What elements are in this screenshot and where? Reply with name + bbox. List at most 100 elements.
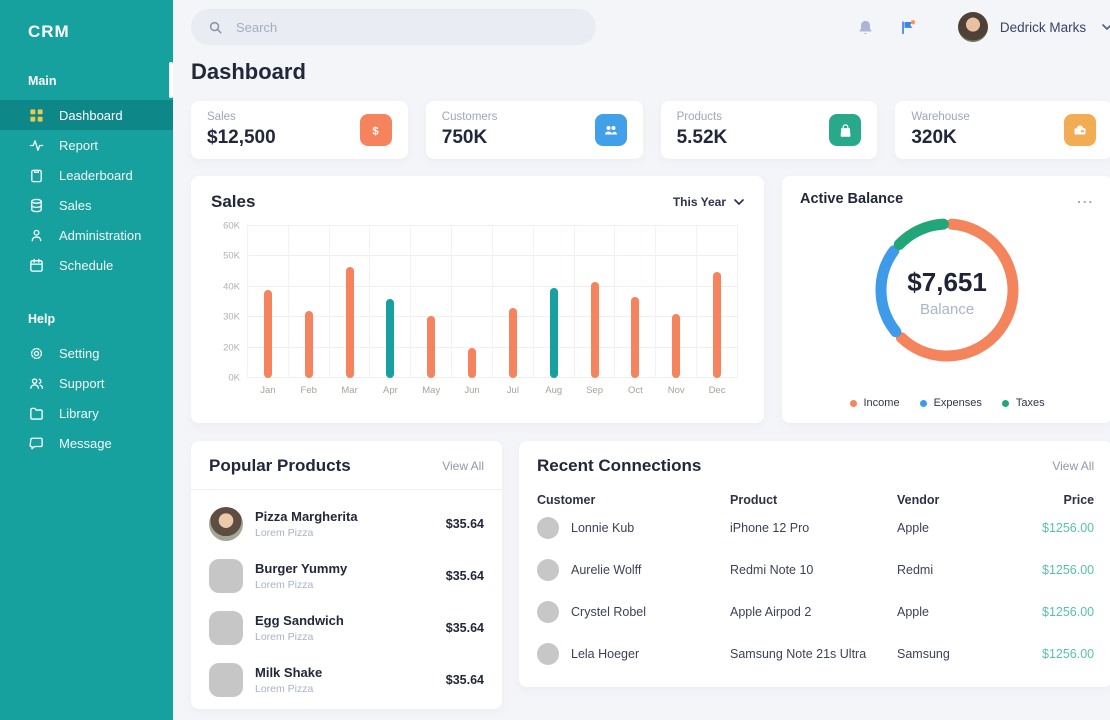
sidebar-scrollbar[interactable] bbox=[169, 62, 173, 98]
sidebar-item-sales[interactable]: Sales bbox=[0, 190, 173, 220]
chart-column-apr: Apr bbox=[369, 226, 410, 396]
customer-avatar bbox=[537, 643, 559, 665]
product-item-pizza-margherita[interactable]: Pizza Margherita Lorem Pizza $35.64 bbox=[209, 498, 484, 550]
bar-mar bbox=[345, 267, 354, 378]
stat-card-products: Products 5.52K bbox=[660, 101, 878, 159]
balance-donut-chart: $7,651 Balance bbox=[868, 211, 1026, 374]
product-price: $35.64 bbox=[445, 517, 484, 531]
product-item-burger-yummy[interactable]: Burger Yummy Lorem Pizza $35.64 bbox=[209, 550, 484, 602]
table-row[interactable]: Crystel Robel Apple Airpod 2 Apple $1256.00 bbox=[537, 591, 1094, 633]
stat-label: Sales bbox=[207, 111, 236, 123]
stat-text: Sales $12,500 bbox=[207, 111, 276, 149]
gear-icon bbox=[28, 345, 44, 361]
chart-column-dec: Dec bbox=[696, 226, 738, 396]
x-tick-label: Nov bbox=[667, 385, 685, 396]
customer-name: Crystel Robel bbox=[571, 605, 647, 619]
bar-sep bbox=[590, 282, 599, 378]
year-filter-label: This Year bbox=[672, 195, 726, 209]
sidebar-item-report[interactable]: Report bbox=[0, 130, 173, 160]
svg-text:$: $ bbox=[373, 125, 380, 137]
product-name: Pizza Margherita bbox=[255, 509, 358, 524]
bar-apr bbox=[386, 298, 395, 378]
box-icon bbox=[1064, 114, 1097, 146]
table-row[interactable]: Lela Hoeger Samsung Note 21s Ultra Samsung… bbox=[537, 633, 1094, 675]
customer-name: Lela Hoeger bbox=[571, 647, 640, 661]
connections-view-all-link[interactable]: View All bbox=[1052, 459, 1094, 473]
app-logo: CRM bbox=[28, 22, 70, 41]
column-header-vendor: Vendor bbox=[897, 493, 940, 507]
product-thumbnail bbox=[209, 611, 243, 645]
flag-notification-icon[interactable] bbox=[899, 19, 916, 36]
grid-icon bbox=[28, 107, 44, 123]
price-cell: $1256.00 bbox=[1042, 521, 1095, 535]
legend-dot bbox=[1001, 399, 1009, 407]
product-cell: iPhone 12 Pro bbox=[730, 521, 810, 535]
sidebar-item-message[interactable]: Message bbox=[0, 428, 173, 458]
stat-value: 320K bbox=[911, 127, 957, 148]
sidebar-item-support[interactable]: Support bbox=[0, 368, 173, 398]
stats-row: Sales $12,500 $ Customers 750K Products 5.52K W… bbox=[191, 101, 1110, 159]
popular-products-title: Popular Products bbox=[209, 456, 351, 475]
search-icon bbox=[208, 20, 223, 35]
sidebar-item-library[interactable]: Library bbox=[0, 398, 173, 428]
legend-item-income: Income bbox=[849, 397, 900, 409]
column-header-customer: Customer bbox=[537, 493, 596, 507]
stat-label: Products bbox=[676, 111, 722, 123]
chart-column-may: May bbox=[410, 226, 451, 396]
sidebar-item-administration[interactable]: Administration bbox=[0, 220, 173, 250]
sales-chart-title: Sales bbox=[211, 192, 256, 211]
sidebar-item-label: Report bbox=[59, 137, 99, 153]
dollar-icon: $ bbox=[359, 114, 392, 146]
sidebar: CRM Main Dashboard Report Leaderboard Sales A… bbox=[0, 0, 173, 720]
product-subtitle: Lorem Pizza bbox=[255, 579, 314, 591]
bag-icon bbox=[829, 114, 862, 146]
sidebar-section-title-help: Help bbox=[28, 312, 56, 326]
year-filter-dropdown[interactable]: This Year bbox=[673, 195, 744, 209]
product-name: Egg Sandwich bbox=[255, 613, 344, 628]
chevron-down-icon[interactable] bbox=[1102, 24, 1110, 30]
table-row[interactable]: Aurelie Wolff Redmi Note 10 Redmi $1256.00 bbox=[537, 549, 1094, 591]
products-view-all-link[interactable]: View All bbox=[442, 459, 484, 473]
sidebar-item-schedule[interactable]: Schedule bbox=[0, 250, 173, 280]
sidebar-item-dashboard[interactable]: Dashboard bbox=[0, 100, 173, 130]
sidebar-item-label: Schedule bbox=[59, 257, 114, 273]
product-cell: Samsung Note 21s Ultra bbox=[730, 647, 867, 661]
user-name[interactable]: Dedrick Marks bbox=[1000, 20, 1086, 35]
product-item-milk-shake[interactable]: Milk Shake Lorem Pizza $35.64 bbox=[209, 654, 484, 706]
x-tick-label: Sep bbox=[586, 385, 603, 396]
lists-row: Popular Products View All Pizza Margheri… bbox=[191, 441, 1110, 709]
product-info: Egg Sandwich Lorem Pizza bbox=[255, 613, 344, 643]
column-header-price: Price bbox=[1063, 493, 1095, 507]
page-title: Dashboard bbox=[191, 59, 306, 84]
sidebar-item-setting[interactable]: Setting bbox=[0, 338, 173, 368]
bar-jun bbox=[468, 347, 477, 378]
product-item-egg-sandwich[interactable]: Egg Sandwich Lorem Pizza $35.64 bbox=[209, 602, 484, 654]
product-price: $35.64 bbox=[445, 673, 484, 687]
product-name: Burger Yummy bbox=[255, 561, 348, 576]
price-cell: $1256.00 bbox=[1042, 605, 1095, 619]
stat-value: $12,500 bbox=[207, 127, 276, 148]
table-row[interactable]: Lonnie Kub iPhone 12 Pro Apple $1256.00 bbox=[537, 507, 1094, 549]
stat-value: 750K bbox=[441, 127, 488, 148]
customer-avatar bbox=[537, 601, 559, 623]
price-cell: $1256.00 bbox=[1042, 563, 1095, 577]
notification-bell-icon[interactable] bbox=[857, 19, 874, 36]
sales-chart-card: Sales This Year 0K 20K 30K 40K 50K 60K Jan Feb M… bbox=[191, 176, 764, 423]
bar-dec bbox=[713, 271, 722, 378]
stat-value: 5.52K bbox=[676, 127, 728, 148]
chart-column-jan: Jan bbox=[247, 226, 288, 396]
user-avatar[interactable] bbox=[957, 12, 988, 42]
sidebar-item-label: Setting bbox=[59, 345, 100, 361]
product-info: Burger Yummy Lorem Pizza bbox=[255, 561, 347, 591]
customer-avatar bbox=[537, 517, 559, 539]
chart-column-nov: Nov bbox=[655, 226, 696, 396]
people-icon bbox=[594, 114, 627, 146]
stat-card-customers: Customers 750K bbox=[425, 101, 643, 159]
search-input[interactable] bbox=[236, 19, 579, 35]
chart-column-sep: Sep bbox=[573, 226, 615, 396]
chart-column-mar: Mar bbox=[328, 226, 370, 396]
calendar-icon bbox=[28, 257, 44, 273]
ellipsis-menu-icon[interactable]: ... bbox=[1077, 192, 1094, 205]
sidebar-item-leaderboard[interactable]: Leaderboard bbox=[0, 160, 173, 190]
active-balance-card: Active Balance ... $7,651 Balance Income… bbox=[782, 176, 1110, 423]
